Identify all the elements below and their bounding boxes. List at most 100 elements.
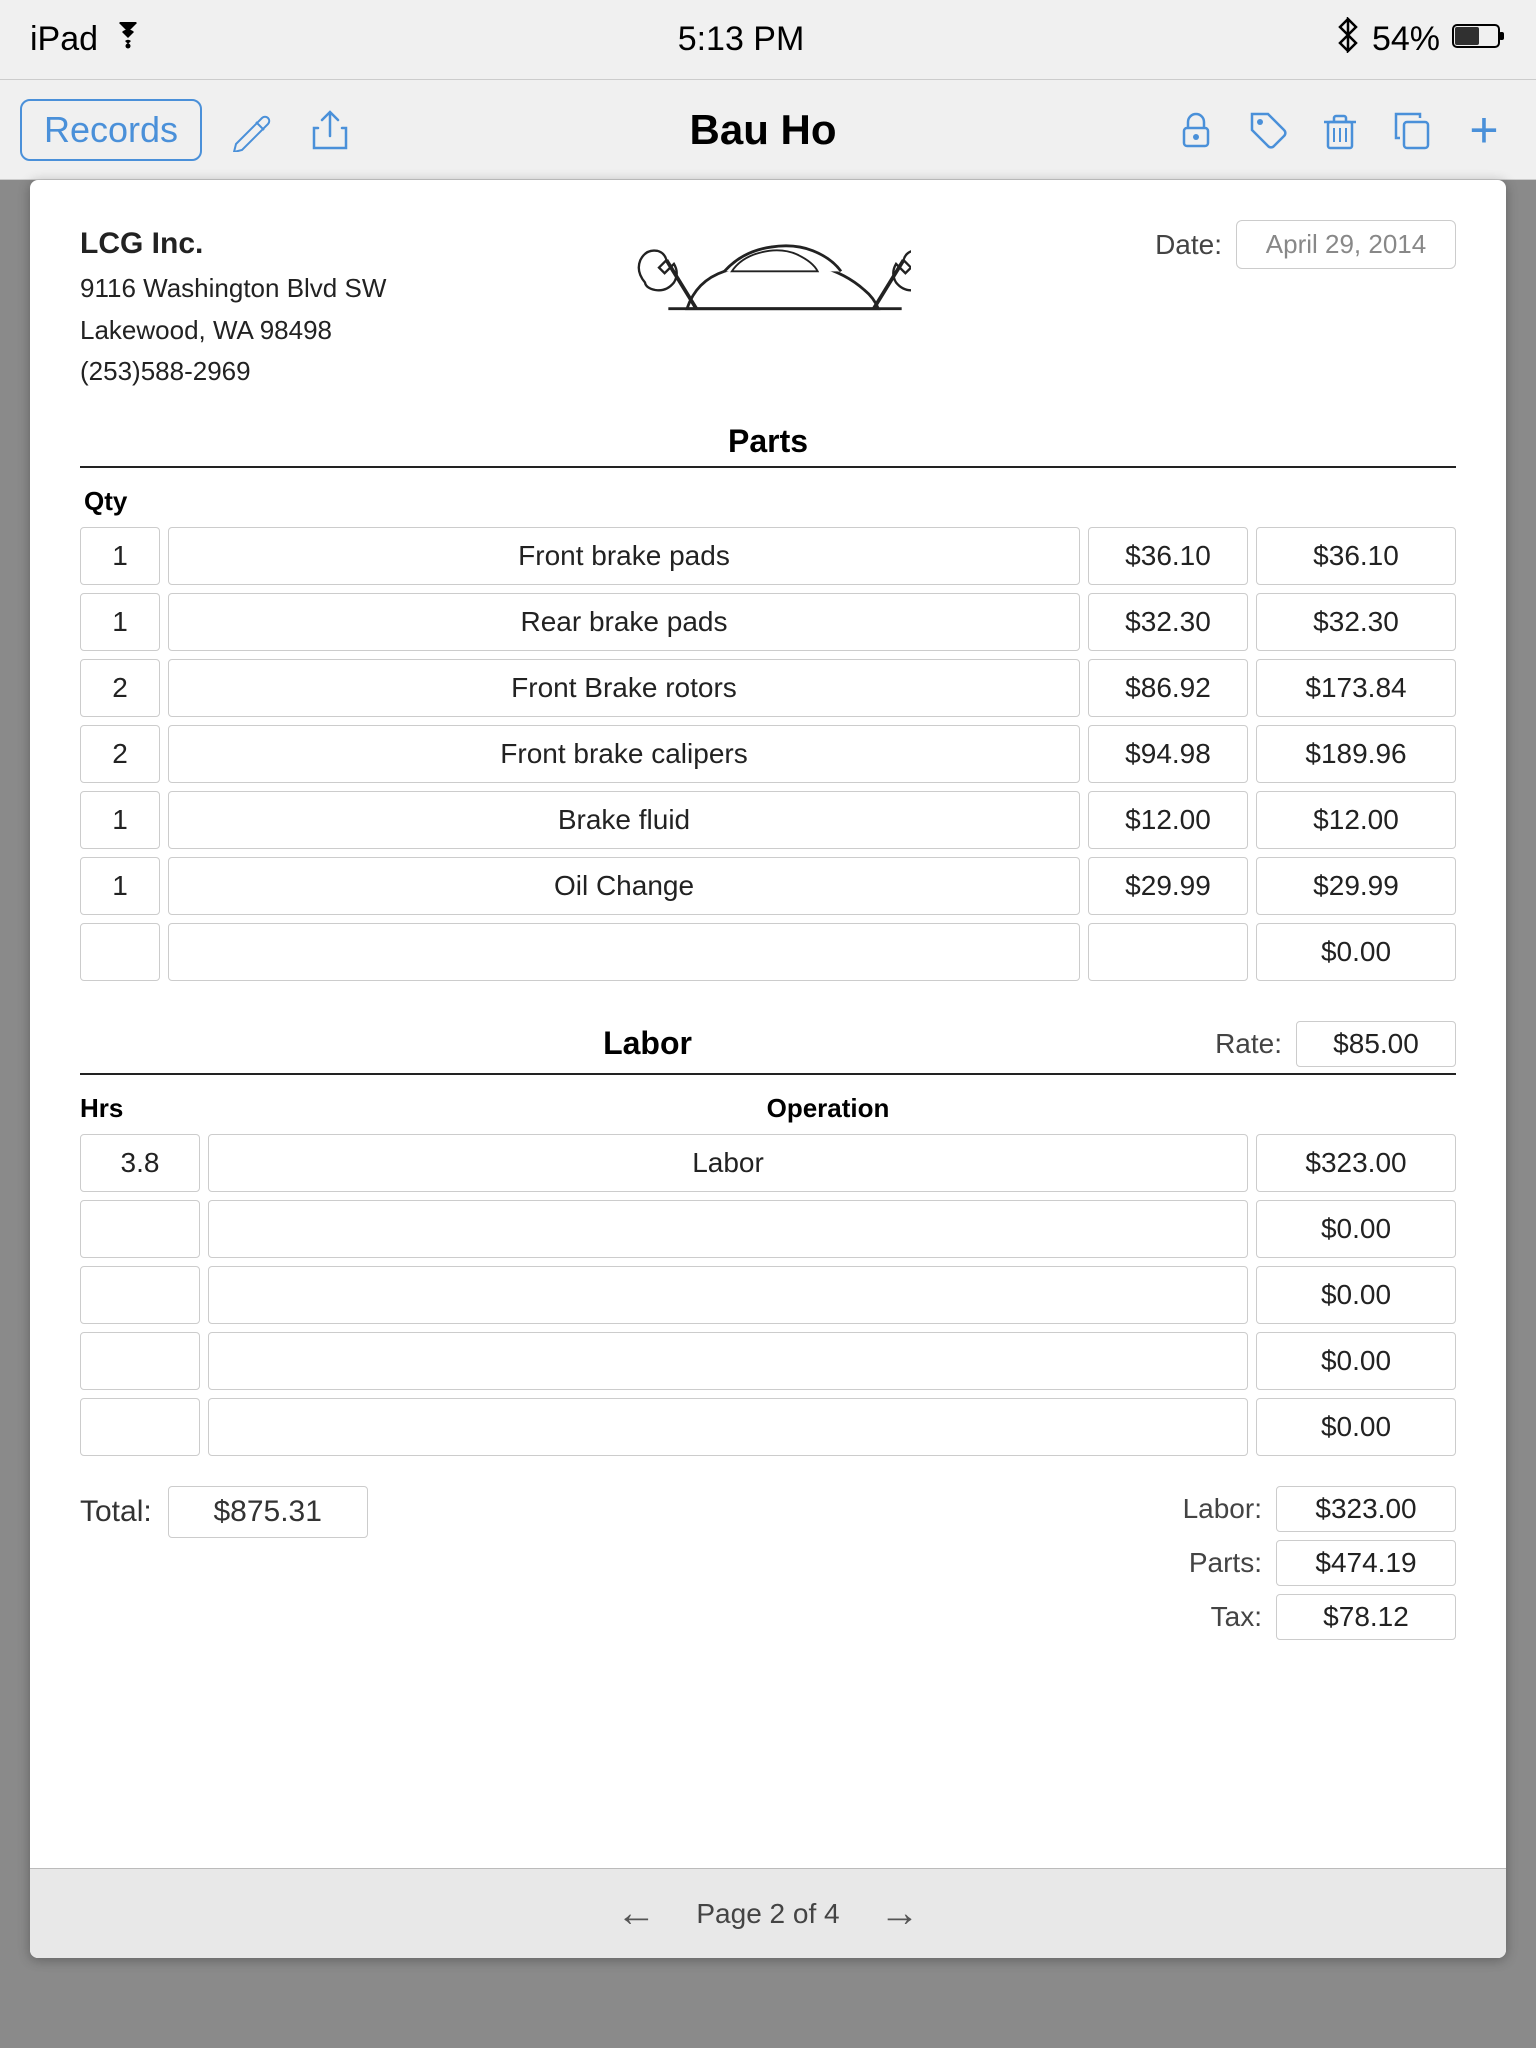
total-value: $875.31 [168,1486,368,1538]
status-bar: iPad 5:13 PM 54% [0,0,1536,80]
copy-button[interactable] [1380,98,1444,162]
prev-page-button[interactable]: ← [616,1891,656,1936]
company-phone: (253)588-2969 [80,351,386,393]
rate-label: Rate: [1215,1028,1282,1060]
date-section: Date: April 29, 2014 [1155,220,1456,269]
rate-value: $85.00 [1296,1021,1456,1067]
trash-button[interactable] [1308,98,1372,162]
amt-cell: $0.00 [1256,1332,1456,1390]
date-label: Date: [1155,229,1222,261]
hrs-cell [80,1398,200,1456]
total-cell: $32.30 [1256,593,1456,651]
page-title: Bau Ho [378,106,1148,154]
status-time: 5:13 PM [678,20,805,59]
operation-label: Operation [200,1093,1456,1124]
labor-row: $0.00 [80,1200,1456,1258]
labor-row: $0.00 [80,1398,1456,1456]
op-cell [208,1200,1248,1258]
totals-section: Total: $875.31 Labor: $323.00 Parts: $47… [80,1486,1456,1640]
status-right: 54% [1336,17,1506,62]
total-cell: $12.00 [1256,791,1456,849]
parts-row: 2 Front Brake rotors $86.92 $173.84 [80,659,1456,717]
amt-cell: $0.00 [1256,1266,1456,1324]
parts-rows: 1 Front brake pads $36.10 $36.10 1 Rear … [80,527,1456,981]
next-page-button[interactable]: → [880,1891,920,1936]
invoice-document: LCG Inc. 9116 Washington Blvd SW Lakewoo… [30,180,1506,1958]
labor-col-headers: Hrs Operation [80,1093,1456,1124]
company-address1: 9116 Washington Blvd SW [80,268,386,310]
price-cell: $86.92 [1088,659,1248,717]
parts-row: $0.00 [80,923,1456,981]
wifi-icon [110,20,146,59]
date-value: April 29, 2014 [1236,220,1456,269]
total-label: Total: [80,1495,152,1529]
op-cell [208,1266,1248,1324]
price-cell: $12.00 [1088,791,1248,849]
company-info: LCG Inc. 9116 Washington Blvd SW Lakewoo… [80,220,386,393]
company-name: LCG Inc. [80,220,386,268]
total-cell: $173.84 [1256,659,1456,717]
hrs-cell: 3.8 [80,1134,200,1192]
parts-total-label: Parts: [1162,1547,1262,1579]
qty-cell: 1 [80,791,160,849]
labor-divider [80,1073,1456,1075]
battery-icon [1452,20,1506,59]
tax-total-row: Tax: $78.12 [1162,1594,1456,1640]
parts-total-value: $474.19 [1276,1540,1456,1586]
parts-total-row: Parts: $474.19 [1162,1540,1456,1586]
parts-row: 1 Oil Change $29.99 $29.99 [80,857,1456,915]
car-logo [386,220,1155,360]
qty-cell: 2 [80,725,160,783]
desc-cell: Oil Change [168,857,1080,915]
parts-section: Parts Qty 1 Front brake pads $36.10 $36.… [80,423,1456,981]
total-cell: $36.10 [1256,527,1456,585]
desc-cell [168,923,1080,981]
records-button[interactable]: Records [20,99,202,161]
tag-button[interactable] [1236,98,1300,162]
parts-row: 1 Brake fluid $12.00 $12.00 [80,791,1456,849]
qty-cell: 1 [80,527,160,585]
desc-cell: Brake fluid [168,791,1080,849]
qty-label: Qty [80,486,1456,517]
amt-cell: $0.00 [1256,1398,1456,1456]
total-cell: $0.00 [1256,923,1456,981]
rate-section: Rate: $85.00 [1215,1021,1456,1067]
edit-button[interactable] [218,98,282,162]
price-cell: $29.99 [1088,857,1248,915]
total-main: Total: $875.31 [80,1486,368,1538]
desc-cell: Rear brake pads [168,593,1080,651]
status-left: iPad [30,20,146,59]
amt-cell: $323.00 [1256,1134,1456,1192]
labor-row: $0.00 [80,1332,1456,1390]
share-button[interactable] [298,98,362,162]
lock-button[interactable] [1164,98,1228,162]
hrs-cell [80,1200,200,1258]
qty-cell [80,923,160,981]
price-cell: $32.30 [1088,593,1248,651]
labor-header: Labor Rate: $85.00 [80,1021,1456,1067]
labor-title: Labor [80,1025,1215,1062]
qty-cell: 2 [80,659,160,717]
qty-cell: 1 [80,857,160,915]
invoice-header: LCG Inc. 9116 Washington Blvd SW Lakewoo… [80,220,1456,393]
desc-cell: Front Brake rotors [168,659,1080,717]
op-cell [208,1332,1248,1390]
bluetooth-icon [1336,17,1360,62]
labor-section: Labor Rate: $85.00 Hrs Operation 3.8 Lab… [80,1021,1456,1640]
totals-right: Labor: $323.00 Parts: $474.19 Tax: $78.1… [1162,1486,1456,1640]
total-cell: $189.96 [1256,725,1456,783]
tax-total-label: Tax: [1162,1601,1262,1633]
price-cell: $94.98 [1088,725,1248,783]
device-label: iPad [30,20,98,59]
amt-cell: $0.00 [1256,1200,1456,1258]
qty-cell: 1 [80,593,160,651]
labor-row: $0.00 [80,1266,1456,1324]
toolbar-right-icons: + [1164,98,1516,162]
op-cell: Labor [208,1134,1248,1192]
toolbar: Records Bau Ho + [0,80,1536,180]
parts-row: 2 Front brake calipers $94.98 $189.96 [80,725,1456,783]
hrs-cell [80,1332,200,1390]
add-button[interactable]: + [1452,98,1516,162]
battery-label: 54% [1372,20,1440,59]
labor-total-row: Labor: $323.00 [1162,1486,1456,1532]
